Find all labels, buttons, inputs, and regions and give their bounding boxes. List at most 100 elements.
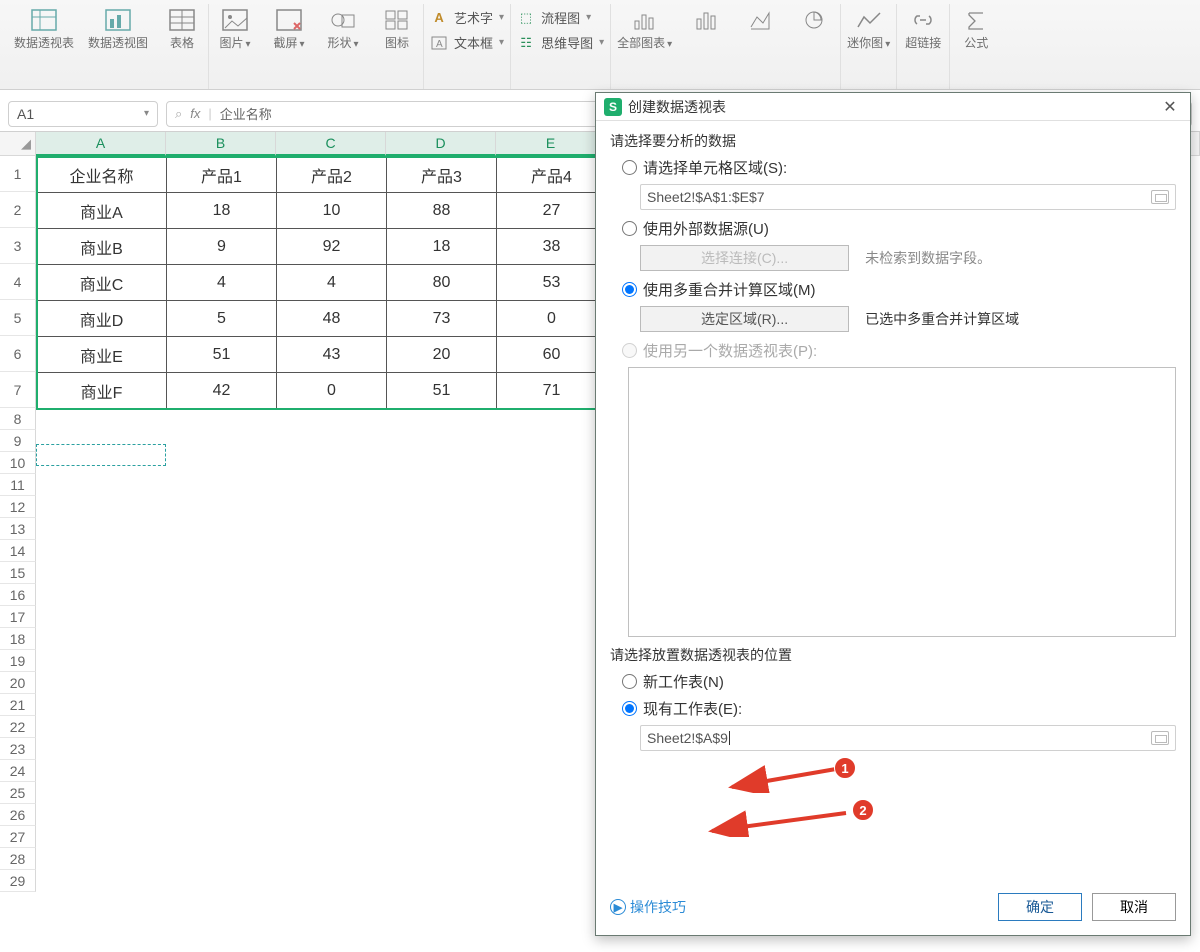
col-header-A[interactable]: A [36, 132, 166, 156]
data-cell[interactable]: 60 [497, 337, 607, 373]
data-cell[interactable]: 42 [167, 373, 277, 409]
hyperlink-button[interactable]: 超链接 [903, 8, 943, 50]
opt-new-sheet[interactable]: 新工作表(N) [622, 671, 1176, 692]
row-header[interactable]: 15 [0, 562, 36, 584]
row-header[interactable]: 16 [0, 584, 36, 606]
row-header[interactable]: 7 [0, 372, 36, 408]
col-header-C[interactable]: C [276, 132, 386, 156]
col-header-E[interactable]: E [496, 132, 606, 156]
row-header[interactable]: 12 [0, 496, 36, 518]
header-cell[interactable]: 产品1 [167, 157, 277, 193]
row-header[interactable]: 28 [0, 848, 36, 870]
data-cell[interactable]: 92 [277, 229, 387, 265]
row-header[interactable]: 23 [0, 738, 36, 760]
row-header[interactable]: 25 [0, 782, 36, 804]
row-header[interactable]: 6 [0, 336, 36, 372]
row-header[interactable]: 22 [0, 716, 36, 738]
data-cell[interactable]: 48 [277, 301, 387, 337]
screenshot-button[interactable]: 截屏 [269, 8, 309, 52]
row-header[interactable]: 9 [0, 430, 36, 452]
picture-button[interactable]: 图片 [215, 8, 255, 52]
range-input[interactable]: Sheet2!$A$1:$E$7 [640, 184, 1176, 210]
table-button[interactable]: 表格 [162, 8, 202, 50]
row-header[interactable]: 26 [0, 804, 36, 826]
range-picker-icon[interactable] [1151, 190, 1169, 204]
row-header[interactable]: 13 [0, 518, 36, 540]
data-cell[interactable]: 71 [497, 373, 607, 409]
data-cell[interactable]: 0 [497, 301, 607, 337]
wordart-button[interactable]: A艺术字▾ [430, 8, 504, 27]
opt-existing-sheet[interactable]: 现有工作表(E): [622, 698, 1176, 719]
data-cell[interactable]: 5 [167, 301, 277, 337]
icons-button[interactable]: 图标 [377, 8, 417, 50]
row-header[interactable]: 14 [0, 540, 36, 562]
header-cell[interactable]: 产品4 [497, 157, 607, 193]
data-cell[interactable]: 51 [167, 337, 277, 373]
location-input[interactable]: Sheet2!$A$9 [640, 725, 1176, 751]
row-header[interactable]: 11 [0, 474, 36, 496]
textbox-button[interactable]: A文本框▾ [430, 33, 504, 52]
close-button[interactable]: ✕ [1158, 97, 1182, 117]
col-header-D[interactable]: D [386, 132, 496, 156]
row-header[interactable]: 20 [0, 672, 36, 694]
col-header-B[interactable]: B [166, 132, 276, 156]
row-header[interactable]: 27 [0, 826, 36, 848]
pivot-chart-button[interactable]: 数据透视图 [88, 8, 148, 50]
data-cell[interactable]: 27 [497, 193, 607, 229]
data-cell[interactable]: 51 [387, 373, 497, 409]
opt-select-range[interactable]: 请选择单元格区域(S): [622, 157, 1176, 178]
data-cell[interactable]: 商业A [37, 193, 167, 229]
row-header[interactable]: 5 [0, 300, 36, 336]
data-cell[interactable]: 73 [387, 301, 497, 337]
shapes-button[interactable]: 形状 [323, 8, 363, 52]
data-cell[interactable]: 4 [277, 265, 387, 301]
data-cell[interactable]: 4 [167, 265, 277, 301]
cancel-button[interactable]: 取消 [1092, 893, 1176, 921]
data-cell[interactable]: 商业F [37, 373, 167, 409]
row-header[interactable]: 3 [0, 228, 36, 264]
row-header[interactable]: 10 [0, 452, 36, 474]
data-cell[interactable]: 商业B [37, 229, 167, 265]
name-box[interactable]: A1 ▾ [8, 101, 158, 127]
data-cell[interactable]: 53 [497, 265, 607, 301]
row-header[interactable]: 24 [0, 760, 36, 782]
row-header[interactable]: 17 [0, 606, 36, 628]
row-header[interactable]: 1 [0, 156, 36, 192]
select-all-corner[interactable]: ◢ [0, 132, 36, 156]
header-cell[interactable]: 产品3 [387, 157, 497, 193]
chart-type-2[interactable] [686, 8, 726, 50]
flowchart-button[interactable]: ⬚流程图▾ [517, 8, 591, 27]
opt-external[interactable]: 使用外部数据源(U) [622, 218, 1176, 239]
row-header[interactable]: 4 [0, 264, 36, 300]
data-cell[interactable]: 38 [497, 229, 607, 265]
header-cell[interactable]: 产品2 [277, 157, 387, 193]
data-cell[interactable]: 商业E [37, 337, 167, 373]
data-cell[interactable]: 88 [387, 193, 497, 229]
row-header[interactable]: 21 [0, 694, 36, 716]
chart-type-3[interactable] [740, 8, 780, 50]
data-cell[interactable]: 10 [277, 193, 387, 229]
data-cell[interactable]: 18 [167, 193, 277, 229]
row-header[interactable]: 8 [0, 408, 36, 430]
row-header[interactable]: 18 [0, 628, 36, 650]
row-header[interactable]: 29 [0, 870, 36, 892]
all-charts-button[interactable]: 全部图表 [617, 8, 672, 52]
tips-link[interactable]: ▶ 操作技巧 [610, 897, 686, 917]
header-cell[interactable]: 企业名称 [37, 157, 167, 193]
data-cell[interactable]: 80 [387, 265, 497, 301]
row-header[interactable]: 19 [0, 650, 36, 672]
data-cell[interactable]: 9 [167, 229, 277, 265]
opt-multi[interactable]: 使用多重合并计算区域(M) [622, 279, 1176, 300]
data-cell[interactable]: 商业C [37, 265, 167, 301]
range-picker-icon[interactable] [1151, 731, 1169, 745]
sparkline-button[interactable]: 迷你图 [847, 8, 890, 52]
pivot-table-button[interactable]: 数据透视表 [14, 8, 74, 50]
select-area-button[interactable]: 选定区域(R)... [640, 306, 849, 332]
ok-button[interactable]: 确定 [998, 893, 1082, 921]
row-header[interactable]: 2 [0, 192, 36, 228]
data-cell[interactable]: 20 [387, 337, 497, 373]
data-cell[interactable]: 0 [277, 373, 387, 409]
mindmap-button[interactable]: ☷思维导图▾ [517, 33, 604, 52]
formula-button[interactable]: 公式 [956, 8, 996, 50]
data-cell[interactable]: 商业D [37, 301, 167, 337]
